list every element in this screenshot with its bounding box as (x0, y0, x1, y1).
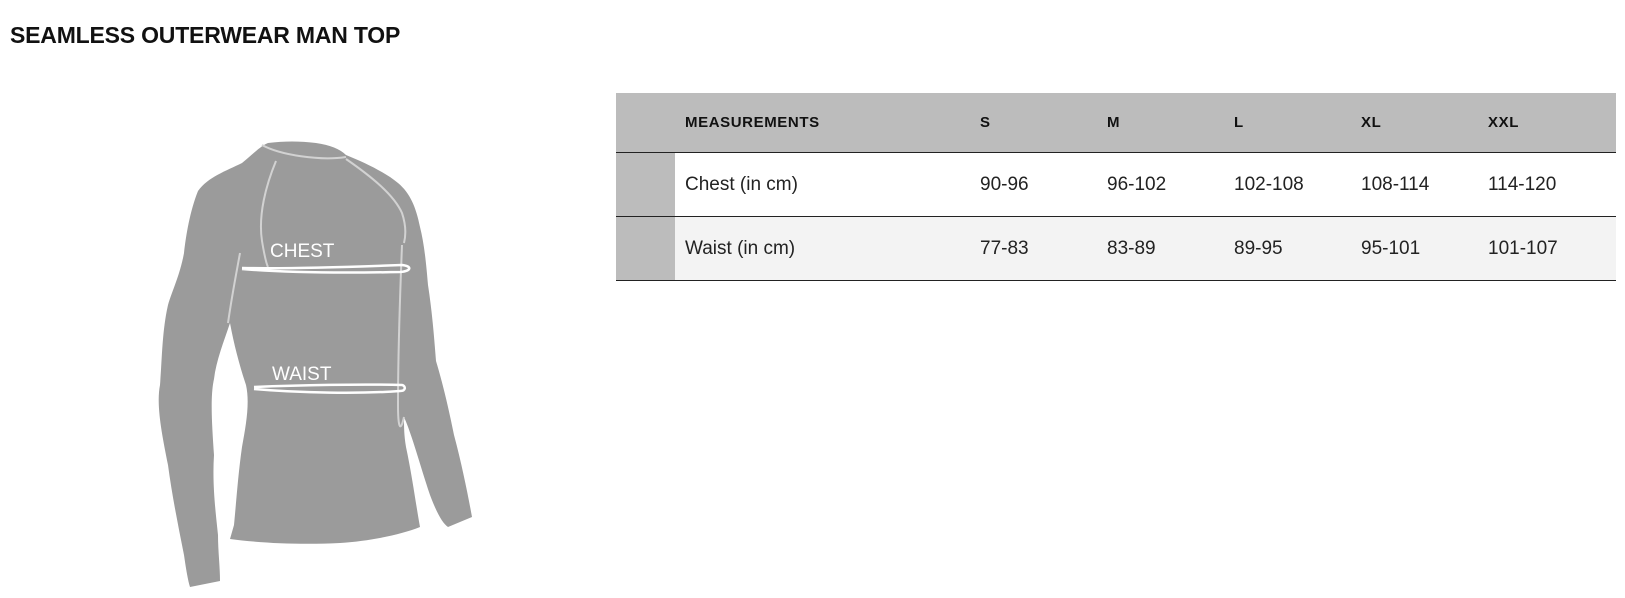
cell-waist-xl: 95-101 (1351, 216, 1478, 281)
header-size-l: L (1224, 93, 1351, 153)
waist-label: WAIST (272, 364, 332, 385)
header-size-xxl: XXL (1478, 93, 1616, 153)
garment-illustration: CHEST WAIST (158, 141, 472, 587)
row-label-waist: Waist (in cm) (675, 216, 970, 281)
cell-waist-xxl: 101-107 (1478, 216, 1616, 281)
header-size-xl: XL (1351, 93, 1478, 153)
garment-figure: CHEST WAIST (150, 135, 510, 595)
row-swatch-cell (616, 152, 675, 217)
cell-waist-s: 77-83 (970, 216, 1097, 281)
header-measurements: MEASUREMENTS (675, 93, 970, 153)
header-size-m: M (1097, 93, 1224, 153)
cell-chest-xxl: 114-120 (1478, 152, 1616, 217)
cell-chest-m: 96-102 (1097, 152, 1224, 217)
row-label-chest: Chest (in cm) (675, 152, 970, 217)
size-chart-table: MEASUREMENTS S M L XL XXL Chest (in cm) … (616, 93, 1616, 281)
header-size-s: S (970, 93, 1097, 153)
cell-waist-l: 89-95 (1224, 216, 1351, 281)
row-swatch-cell (616, 216, 675, 281)
table-row-waist: Waist (in cm) 77-83 83-89 89-95 95-101 1… (616, 216, 1616, 281)
cell-chest-l: 102-108 (1224, 152, 1351, 217)
page-title: SEAMLESS OUTERWEAR MAN TOP (10, 22, 401, 48)
header-swatch-cell (616, 93, 675, 153)
table-row-chest: Chest (in cm) 90-96 96-102 102-108 108-1… (616, 152, 1616, 217)
chest-label: CHEST (270, 241, 335, 262)
cell-waist-m: 83-89 (1097, 216, 1224, 281)
cell-chest-s: 90-96 (970, 152, 1097, 217)
cell-chest-xl: 108-114 (1351, 152, 1478, 217)
table-header-row: MEASUREMENTS S M L XL XXL (616, 93, 1616, 153)
